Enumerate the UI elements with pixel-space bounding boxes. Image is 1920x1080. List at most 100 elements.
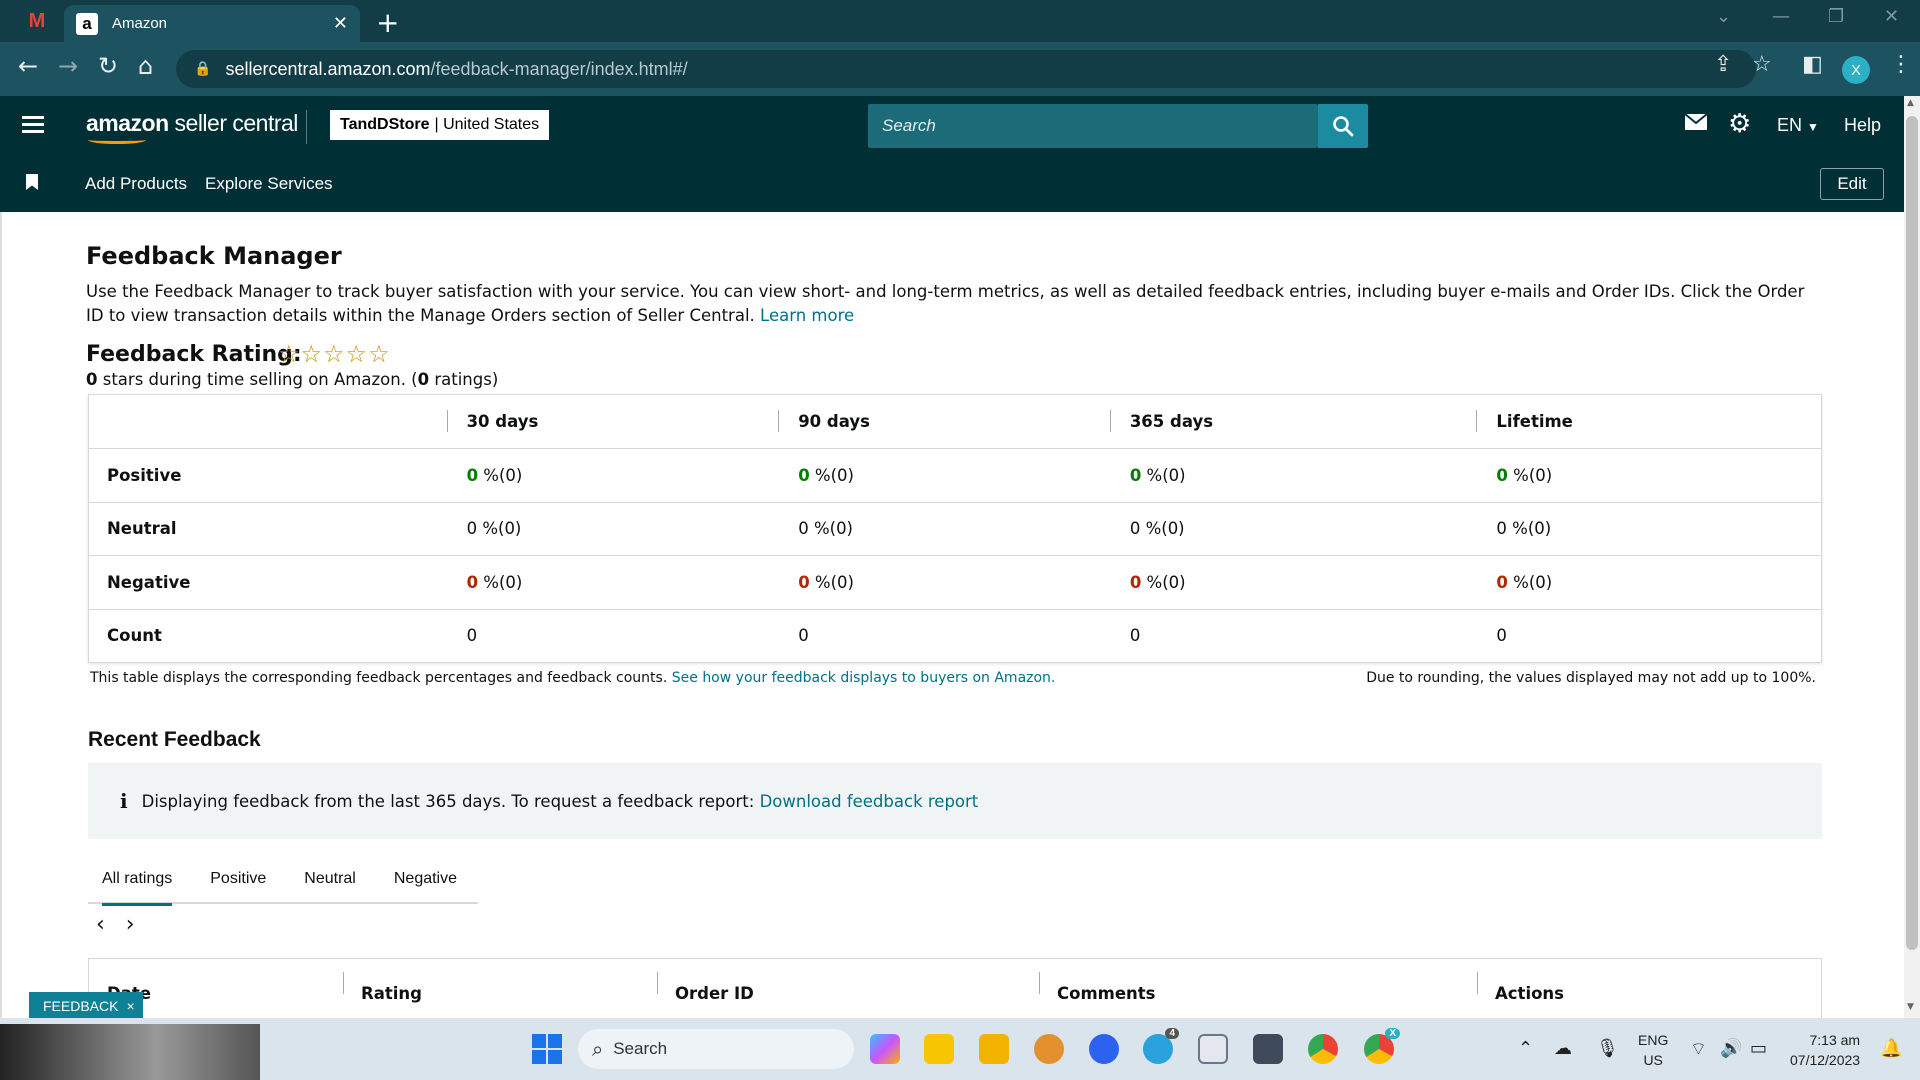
url-field[interactable]: 🔒 sellercentral.amazon.com/feedback-mana…: [176, 50, 1756, 88]
stars-text: stars during time selling on Amazon. (: [97, 370, 418, 389]
reload-icon[interactable]: ↻: [98, 52, 118, 80]
explore-services-link[interactable]: Explore Services: [205, 174, 333, 194]
intro-body: Use the Feedback Manager to track buyer …: [86, 282, 1805, 325]
search-input[interactable]: Search: [868, 104, 1318, 148]
settings-gear-icon[interactable]: ⚙: [1728, 109, 1751, 139]
add-products-link[interactable]: Add Products: [85, 174, 187, 194]
store-selector[interactable]: TandDStore | United States: [330, 110, 550, 140]
hamburger-menu-icon[interactable]: [22, 116, 44, 137]
browser-menu-icon[interactable]: ⋮: [1890, 52, 1912, 77]
zoom-app-icon[interactable]: [1089, 1034, 1119, 1064]
tab-title: Amazon: [112, 15, 168, 32]
language-indicator[interactable]: ENG US: [1638, 1030, 1668, 1070]
table-cell: 0: [466, 626, 478, 646]
calculator-icon[interactable]: [1253, 1034, 1283, 1064]
bookmark-star-icon[interactable]: ☆: [1752, 52, 1772, 77]
sticky-notes-icon[interactable]: [924, 1034, 954, 1064]
chrome-profile-app-icon[interactable]: X: [1364, 1028, 1400, 1064]
telegram-app-icon[interactable]: 4: [1143, 1028, 1179, 1064]
tab-close-icon[interactable]: ✕: [333, 13, 348, 34]
clock[interactable]: 7:13 am 07/12/2023: [1790, 1030, 1860, 1070]
chrome-profile-badge: X: [1385, 1028, 1400, 1039]
row-label: Positive: [107, 465, 182, 485]
back-icon[interactable]: ←: [18, 52, 38, 80]
windows-start-icon[interactable]: [532, 1034, 562, 1064]
store-name: TandDStore: [340, 116, 430, 133]
lock-icon[interactable]: 🔒: [194, 61, 211, 77]
download-report-link[interactable]: Download feedback report: [760, 792, 979, 811]
battery-icon[interactable]: ▭: [1750, 1038, 1767, 1059]
cell-rest: %(0): [1506, 519, 1552, 539]
row-label: Neutral: [107, 519, 177, 539]
scroll-down-icon[interactable]: ▼: [1907, 1002, 1914, 1012]
tab-neutral[interactable]: Neutral: [290, 854, 370, 904]
table-header-row: 30 days 90 days 365 days Lifetime: [89, 395, 1821, 448]
stars-count: 0: [86, 370, 98, 389]
restore-icon[interactable]: ❐: [1828, 6, 1844, 27]
onedrive-cloud-icon[interactable]: ☁: [1554, 1038, 1572, 1059]
row-label: Negative: [107, 572, 191, 592]
table-cell: 0: [798, 626, 809, 646]
table-note: This table displays the corresponding fe…: [90, 670, 1055, 686]
snipping-tool-icon[interactable]: [1198, 1034, 1228, 1064]
bookmark-icon[interactable]: [26, 174, 38, 190]
scroll-thumb[interactable]: [1906, 116, 1918, 950]
chevron-right-icon[interactable]: ›: [126, 912, 135, 937]
notification-bell-icon[interactable]: 🔔: [1880, 1038, 1902, 1059]
table-row-positive: Positive 0 %(0) 0 %(0) 0 %(0) 0 %(0): [89, 448, 1821, 502]
cell-rest: %(0): [477, 519, 522, 539]
help-link[interactable]: Help: [1844, 115, 1881, 136]
tab-positive[interactable]: Positive: [196, 854, 280, 904]
browser-tab-amazon[interactable]: a Amazon ✕: [64, 5, 360, 42]
side-panel-icon[interactable]: ◧: [1802, 52, 1823, 77]
header-divider: [306, 110, 307, 144]
feedback-display-link[interactable]: See how your feedback displays to buyers…: [672, 670, 1056, 686]
edit-button[interactable]: Edit: [1820, 168, 1884, 200]
taskbar-search[interactable]: ⌕ Search: [578, 1029, 854, 1069]
new-tab-button[interactable]: +: [376, 6, 399, 39]
volume-icon[interactable]: 🔊: [1720, 1038, 1742, 1059]
table-cell: 0 %(0): [447, 573, 779, 592]
chevron-left-icon[interactable]: ‹: [96, 912, 105, 937]
ratings-count: 0: [417, 370, 430, 389]
vlc-app-icon[interactable]: [1034, 1034, 1064, 1064]
home-icon[interactable]: ⌂: [138, 52, 153, 80]
address-bar: ← → ↻ ⌂ 🔒 sellercentral.amazon.com/feedb…: [0, 42, 1920, 96]
rating-tabs: All ratings Positive Neutral Negative: [88, 854, 478, 906]
search-button[interactable]: [1318, 104, 1368, 148]
cell-value: 0: [466, 572, 479, 592]
clock-time: 7:13 am: [1809, 1032, 1861, 1048]
scroll-up-icon[interactable]: ▲: [1907, 98, 1914, 108]
profile-avatar[interactable]: X: [1842, 56, 1870, 84]
minimize-icon[interactable]: —: [1772, 6, 1790, 27]
messages-icon[interactable]: [1684, 110, 1708, 138]
column-header: Lifetime: [1476, 410, 1821, 432]
seller-central-header: amazon seller central TandDStore | Unite…: [0, 96, 1904, 156]
forward-icon[interactable]: →: [58, 52, 78, 80]
language-selector[interactable]: EN ▼: [1777, 115, 1819, 136]
tab-negative[interactable]: Negative: [380, 854, 471, 904]
microphone-icon[interactable]: 🎙: [1596, 1038, 1619, 1059]
learn-more-link[interactable]: Learn more: [760, 306, 854, 325]
cell-rest: %(0): [809, 465, 854, 485]
seller-central-logo[interactable]: amazon seller central: [86, 110, 298, 137]
share-icon[interactable]: ⇪: [1714, 52, 1732, 77]
close-window-icon[interactable]: ✕: [1884, 6, 1899, 27]
chevron-down-icon: ▼: [1807, 120, 1819, 134]
chevron-up-icon[interactable]: ⌃: [1518, 1038, 1533, 1059]
rating-summary: 0 stars during time selling on Amazon. (…: [86, 370, 498, 389]
taskbar-preview-thumbnail[interactable]: [0, 1024, 260, 1080]
wifi-icon[interactable]: ⌔: [1690, 1038, 1707, 1061]
close-icon[interactable]: ×: [126, 998, 134, 1014]
gmail-tab-icon[interactable]: M: [22, 8, 52, 34]
file-explorer-icon[interactable]: [979, 1034, 1009, 1064]
copilot-app-icon[interactable]: [870, 1034, 900, 1064]
chrome-app-icon[interactable]: [1308, 1034, 1338, 1064]
feedback-widget-button[interactable]: FEEDBACK ×: [29, 992, 143, 1019]
table-cell: 0 %(0): [447, 519, 779, 538]
cell-value: 0: [1129, 572, 1142, 592]
tab-search-chevron-icon[interactable]: ⌄: [1716, 6, 1731, 27]
tab-all-ratings[interactable]: All ratings: [88, 854, 186, 906]
page-scrollbar[interactable]: ▲ ▼: [1904, 96, 1920, 1018]
url-host: sellercentral.amazon.com: [225, 58, 431, 79]
